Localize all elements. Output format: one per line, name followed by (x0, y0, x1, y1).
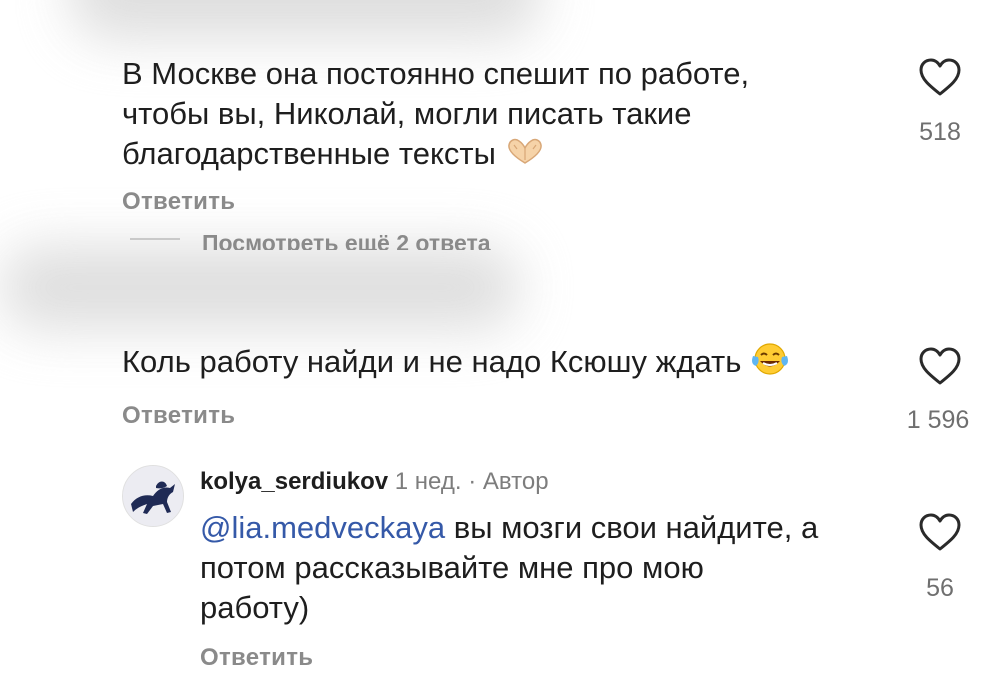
reply-button-1[interactable]: Ответить (122, 188, 235, 216)
blurred-region-middle (0, 245, 520, 330)
heart-outline-icon (919, 347, 961, 385)
like-count-3: 56 (926, 574, 954, 602)
comment-1-line-1: В Москве она постоянно спешит по работе, (122, 56, 750, 91)
reply-body: @lia.medveckaya вы мозги свои найдите, а… (200, 508, 900, 628)
tears-of-joy-emoji (750, 340, 790, 388)
reply-line-3: работу) (200, 590, 310, 625)
username[interactable]: kolya_serdiukov (200, 468, 388, 495)
blurred-region-top (70, 0, 540, 40)
like-button-3[interactable] (918, 512, 962, 557)
comment-1: В Москве она постоянно спешит по работе,… (122, 54, 842, 176)
avatar-horse-rider-icon (123, 466, 183, 526)
heart-outline-icon (919, 513, 961, 551)
comment-2-text: Коль работу найди и не надо Ксюшу ждать (122, 344, 742, 380)
reply-line-1-text: вы мозги свои найдите, а (445, 510, 819, 545)
author-badge: Автор (482, 468, 549, 495)
comment-1-line-2: чтобы вы, Николай, могли писать такие (122, 96, 692, 131)
reply-button-2[interactable]: Ответить (122, 402, 235, 430)
mention-link[interactable]: @lia.medveckaya (200, 510, 445, 545)
reply-header: kolya_serdiukov 1 нед. · Автор (200, 468, 549, 496)
heart-outline-icon (919, 58, 961, 96)
reply-line-1: @lia.medveckaya вы мозги свои найдите, а (200, 508, 900, 548)
view-more-replies[interactable]: Посмотреть ещё 2 ответа (130, 228, 491, 250)
separator-dot: · (468, 468, 477, 495)
heart-hands-emoji (505, 136, 545, 176)
like-button-2[interactable] (918, 346, 962, 391)
avatar[interactable] (122, 465, 184, 527)
like-count-2: 1 596 (906, 406, 970, 434)
comment-1-line-3: благодарственные тексты (122, 134, 842, 176)
reply-button-3[interactable]: Ответить (200, 644, 313, 672)
like-count-1: 518 (919, 118, 961, 146)
divider-line (130, 238, 180, 240)
reply-line-2: потом рассказывайте мне про мою (200, 550, 704, 585)
reply-time: 1 нед. (394, 468, 462, 495)
comment-2: Коль работу найди и не надо Ксюшу ждать (122, 340, 882, 388)
view-more-replies-label: Посмотреть ещё 2 ответа (202, 230, 491, 250)
like-button-1[interactable] (918, 57, 962, 102)
comment-1-line-3-text: благодарственные тексты (122, 136, 496, 171)
